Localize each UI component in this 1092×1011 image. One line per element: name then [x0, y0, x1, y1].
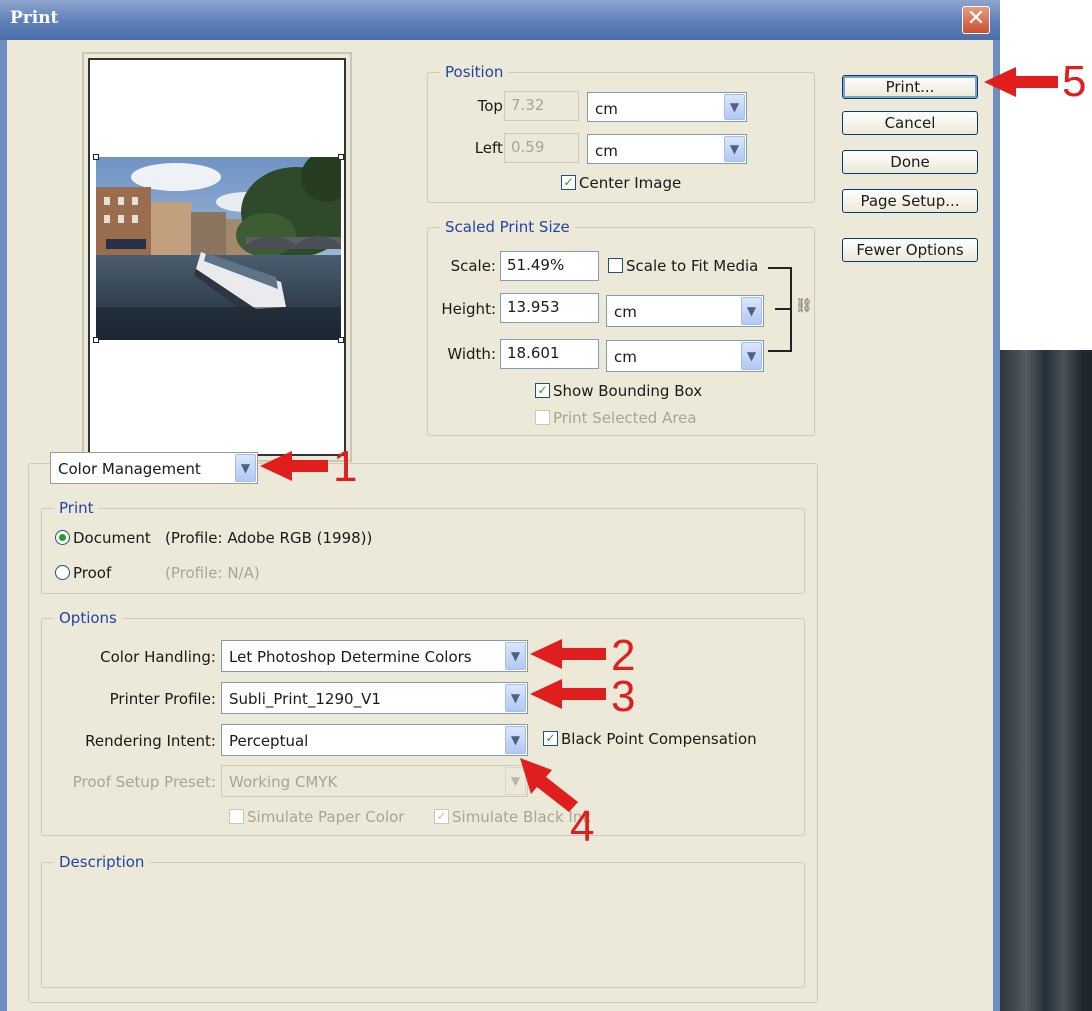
annotation-number-1: 1: [333, 442, 358, 491]
annotation-arrow-2: [530, 639, 606, 669]
annotation-arrow-1: [260, 451, 328, 481]
annotation-arrow-3: [530, 679, 606, 709]
annotation-arrows: [260, 67, 1058, 812]
annotation-number-4: 4: [570, 802, 595, 851]
annotation-arrow-5: [984, 67, 1058, 97]
annotation-number-3: 3: [611, 672, 636, 721]
annotation-number-5: 5: [1062, 57, 1087, 106]
